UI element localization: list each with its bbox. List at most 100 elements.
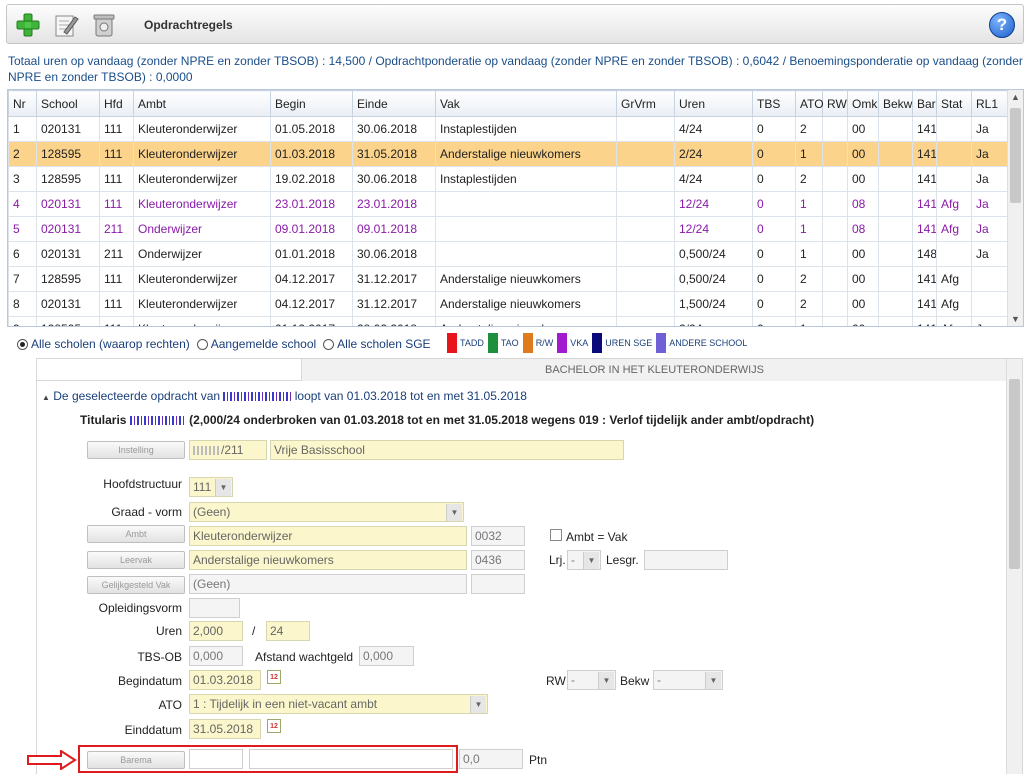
hoofdstructuur-select[interactable]: 111 ▼ bbox=[189, 477, 233, 497]
calendar-icon[interactable]: 12 bbox=[267, 670, 281, 684]
table-row[interactable]: 4 020131 111 Kleuteronderwijzer 23.01.2018 23… bbox=[8, 191, 1009, 217]
column-header[interactable]: Begin bbox=[270, 90, 353, 117]
table-cell bbox=[822, 166, 848, 192]
column-header[interactable]: Bekw bbox=[878, 90, 913, 117]
radio-icon[interactable] bbox=[17, 338, 28, 350]
table-cell bbox=[435, 241, 617, 267]
column-header[interactable]: RW bbox=[822, 90, 848, 117]
radio-icon[interactable] bbox=[196, 338, 208, 350]
column-header[interactable]: Bar bbox=[912, 90, 937, 117]
column-header[interactable]: Vak bbox=[435, 90, 617, 117]
afstand-wachtgeld-field[interactable]: 0,000 bbox=[359, 646, 414, 666]
column-header[interactable]: ATO bbox=[795, 90, 824, 117]
column-header[interactable]: RL1 bbox=[971, 90, 1009, 117]
ambt-code-field[interactable]: 0032 bbox=[471, 526, 525, 546]
uren-total-field[interactable]: 24 bbox=[266, 621, 310, 641]
table-row[interactable]: 9128595111Kleuteronderwijzer01.12.201728… bbox=[8, 316, 1009, 326]
edit-button[interactable] bbox=[51, 10, 81, 40]
column-header[interactable]: Omk bbox=[847, 90, 879, 117]
bekw-label: Bekw bbox=[620, 674, 650, 688]
table-cell: 00 bbox=[847, 291, 879, 317]
tbs-ob-field[interactable]: 0,000 bbox=[189, 646, 243, 666]
uren-field[interactable]: 2,000 bbox=[189, 621, 243, 641]
column-header[interactable]: Einde bbox=[352, 90, 436, 117]
lrj-select[interactable]: - ▼ bbox=[567, 550, 601, 570]
table-row[interactable]: 7 128595 111 Kleuteronderwijzer 04.12.2017 31… bbox=[8, 266, 1009, 292]
scroll-down-icon[interactable]: ▼ bbox=[1011, 314, 1020, 324]
instelling-button[interactable]: Instelling bbox=[87, 441, 185, 459]
grid-scrollbar[interactable]: ▲ ▼ bbox=[1007, 90, 1023, 326]
column-header[interactable]: School bbox=[36, 90, 100, 117]
table-cell: 01.12.2017 bbox=[270, 316, 353, 326]
table-cell: Instaplestijden bbox=[435, 166, 617, 192]
table-row[interactable]: 2 128595 111 Kleuteronderwijzer 01.03.2018 31… bbox=[8, 141, 1009, 167]
barema-points-field[interactable]: 0,0 bbox=[459, 749, 523, 769]
leervak-button[interactable]: Leervak bbox=[87, 551, 185, 569]
filter-sge-schools[interactable]: Alle scholen SGE bbox=[323, 337, 431, 351]
bekw-select[interactable]: - ▼ bbox=[653, 670, 723, 690]
chevron-down-icon[interactable]: ▼ bbox=[583, 552, 599, 569]
table-cell: 01.01.2018 bbox=[270, 241, 353, 267]
column-header[interactable]: Nr bbox=[8, 90, 37, 117]
chevron-down-icon[interactable]: ▼ bbox=[215, 479, 231, 496]
scroll-up-icon[interactable]: ▲ bbox=[1011, 92, 1020, 102]
gelijkgesteld-vak-button[interactable]: Gelijkgesteld Vak bbox=[87, 576, 185, 594]
table-cell: 12/24 bbox=[674, 191, 753, 217]
gelijkgesteld-vak-field[interactable]: (Geen) bbox=[189, 574, 467, 594]
column-header[interactable]: Ambt bbox=[133, 90, 271, 117]
grid-scroll-thumb[interactable] bbox=[1010, 108, 1021, 203]
chevron-down-icon[interactable]: ▼ bbox=[446, 504, 462, 521]
table-cell bbox=[822, 266, 848, 292]
table-row[interactable]: 8 020131 111 Kleuteronderwijzer 04.12.2017 31… bbox=[8, 291, 1009, 317]
lesgr-field[interactable] bbox=[644, 550, 728, 570]
column-header[interactable]: Hfd bbox=[99, 90, 134, 117]
begindatum-field[interactable]: 01.03.2018 bbox=[189, 670, 261, 690]
calendar-icon[interactable]: 12 bbox=[267, 719, 281, 733]
table-cell: 020131 bbox=[36, 241, 100, 267]
column-header[interactable]: Stat bbox=[936, 90, 972, 117]
detail-scrollbar[interactable] bbox=[1006, 359, 1022, 774]
column-header[interactable]: TBS bbox=[752, 90, 796, 117]
column-header[interactable]: Uren bbox=[674, 90, 753, 117]
table-cell: 08 bbox=[847, 191, 879, 217]
table-cell bbox=[616, 116, 675, 142]
legend-label: ANDERE SCHOOL bbox=[669, 338, 748, 348]
table-row[interactable]: 1 020131 111 Kleuteronderwijzer 01.05.2018 30… bbox=[8, 116, 1009, 142]
table-cell: 141 bbox=[912, 166, 937, 192]
table-cell bbox=[822, 191, 848, 217]
tree-collapse-icon[interactable]: ▲ bbox=[42, 393, 50, 402]
table-cell: Afg bbox=[936, 216, 972, 242]
radio-icon[interactable] bbox=[323, 338, 335, 350]
table-cell: Instaplestijden bbox=[435, 116, 617, 142]
help-button[interactable]: ? bbox=[989, 12, 1015, 38]
add-button[interactable] bbox=[13, 10, 43, 40]
table-cell: Afg bbox=[936, 191, 972, 217]
chevron-down-icon[interactable]: ▼ bbox=[705, 672, 721, 689]
leervak-field[interactable]: Anderstalige nieuwkomers bbox=[189, 550, 467, 570]
leervak-code-field[interactable]: 0436 bbox=[471, 550, 525, 570]
table-row[interactable]: 3 128595 111 Kleuteronderwijzer 19.02.2018 30… bbox=[8, 166, 1009, 192]
rw-select[interactable]: - ▼ bbox=[567, 670, 616, 690]
table-row[interactable]: 6 020131 211 Onderwijzer 01.01.2018 30.06.201… bbox=[8, 241, 1009, 267]
chevron-down-icon[interactable]: ▼ bbox=[470, 696, 486, 713]
opleidingsvorm-field[interactable] bbox=[189, 598, 240, 618]
filter-all-schools[interactable]: Alle scholen (waarop rechten) bbox=[17, 337, 190, 351]
ambt-button[interactable]: Ambt bbox=[87, 525, 185, 543]
ato-select[interactable]: 1 : Tijdelijk in een niet-vacant ambt ▼ bbox=[189, 694, 488, 714]
chevron-down-icon[interactable]: ▼ bbox=[598, 672, 614, 689]
einddatum-field[interactable]: 31.05.2018 bbox=[189, 719, 261, 739]
detail-scroll-thumb[interactable] bbox=[1009, 379, 1020, 569]
delete-button[interactable] bbox=[89, 10, 119, 40]
graad-select[interactable]: (Geen) ▼ bbox=[189, 502, 464, 522]
gelijkgesteld-code-field[interactable] bbox=[471, 574, 525, 594]
table-row[interactable]: 5 020131 211 Onderwijzer 09.01.2018 09.01.201… bbox=[8, 216, 1009, 242]
ambt-field[interactable]: Kleuteronderwijzer bbox=[189, 526, 467, 546]
instelling-code-field[interactable]: /211 bbox=[189, 440, 267, 460]
legend-swatch bbox=[487, 333, 498, 353]
instelling-name-field[interactable]: Vrije Basisschool bbox=[270, 440, 624, 460]
titularis-line: Titularis (2,000/24 onderbroken van 01.0… bbox=[80, 413, 815, 427]
page-title: Opdrachtregels bbox=[144, 18, 233, 32]
column-header[interactable]: GrVrm bbox=[616, 90, 675, 117]
ambt-vak-checkbox[interactable] bbox=[550, 529, 562, 541]
filter-registered-school[interactable]: Aangemelde school bbox=[196, 337, 316, 351]
